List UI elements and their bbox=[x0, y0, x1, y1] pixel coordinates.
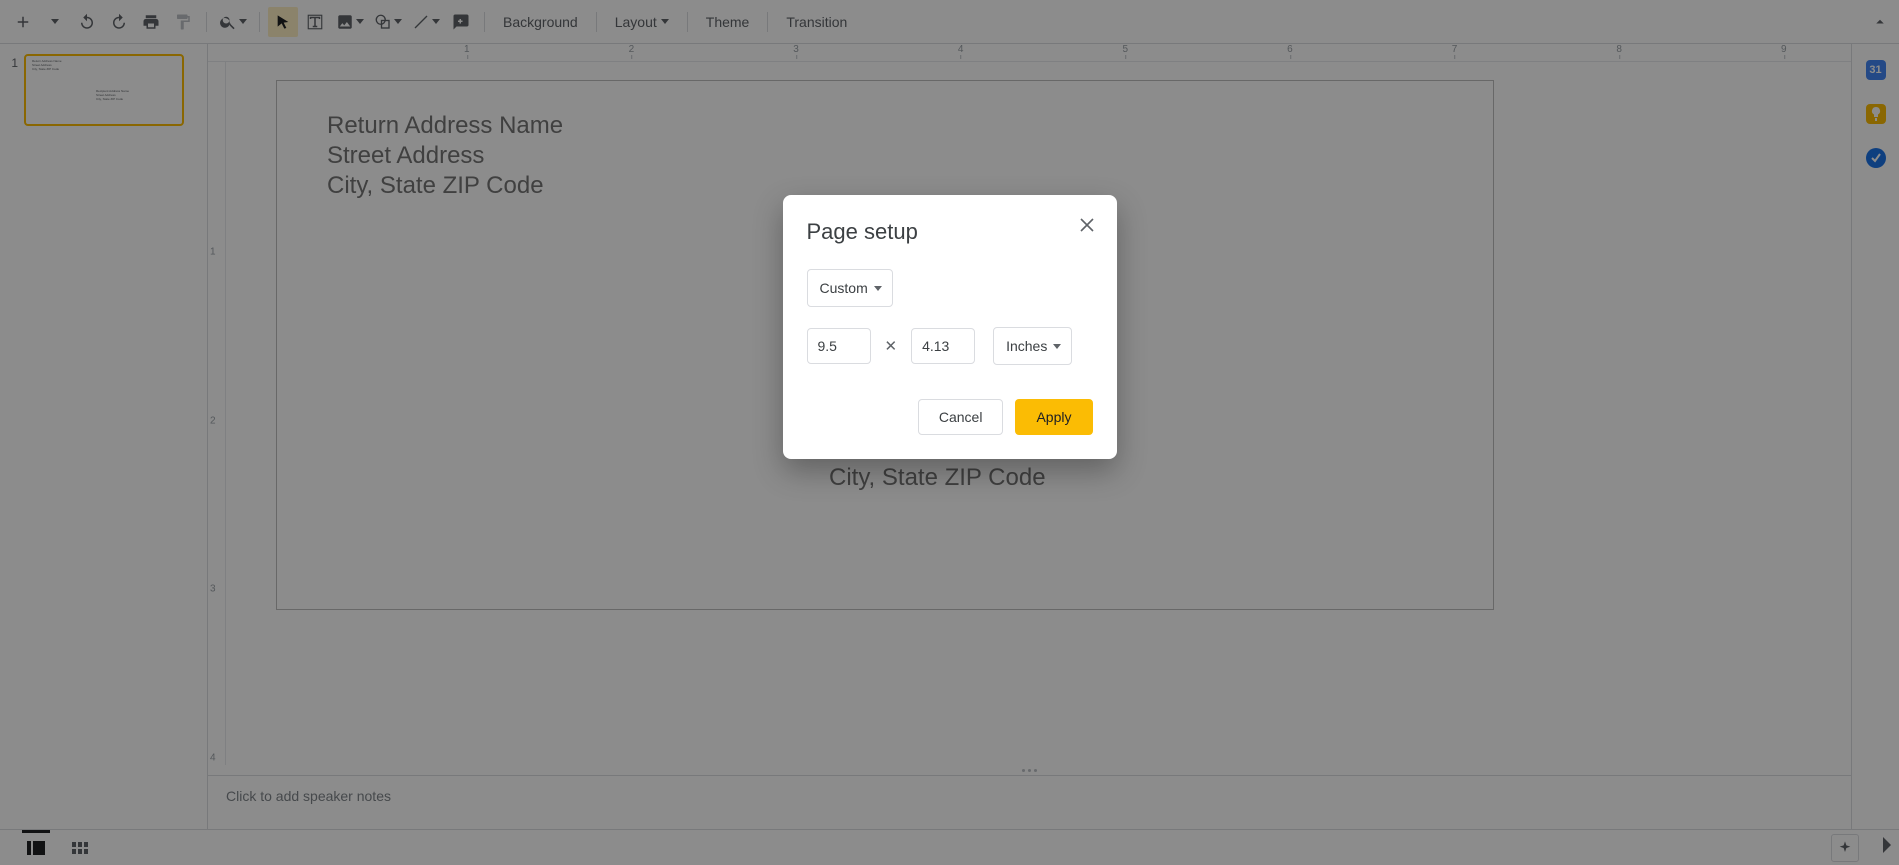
apply-button[interactable]: Apply bbox=[1015, 399, 1092, 435]
caret-down-icon bbox=[874, 286, 882, 291]
page-height-input[interactable] bbox=[911, 328, 975, 364]
page-setup-dialog: Page setup Custom ✕ Inches Cancel Apply bbox=[783, 195, 1117, 459]
close-icon bbox=[1080, 218, 1094, 232]
dialog-close-button[interactable] bbox=[1075, 213, 1099, 237]
dialog-title: Page setup bbox=[807, 219, 1093, 245]
units-dropdown[interactable]: Inches bbox=[993, 327, 1072, 365]
page-size-preset-dropdown[interactable]: Custom bbox=[807, 269, 893, 307]
page-width-input[interactable] bbox=[807, 328, 871, 364]
multiply-icon: ✕ bbox=[885, 337, 898, 355]
cancel-button[interactable]: Cancel bbox=[918, 399, 1004, 435]
units-value: Inches bbox=[1006, 338, 1047, 354]
caret-down-icon bbox=[1053, 344, 1061, 349]
page-size-preset-value: Custom bbox=[820, 280, 868, 296]
modal-scrim[interactable]: Page setup Custom ✕ Inches Cancel Apply bbox=[0, 0, 1899, 865]
